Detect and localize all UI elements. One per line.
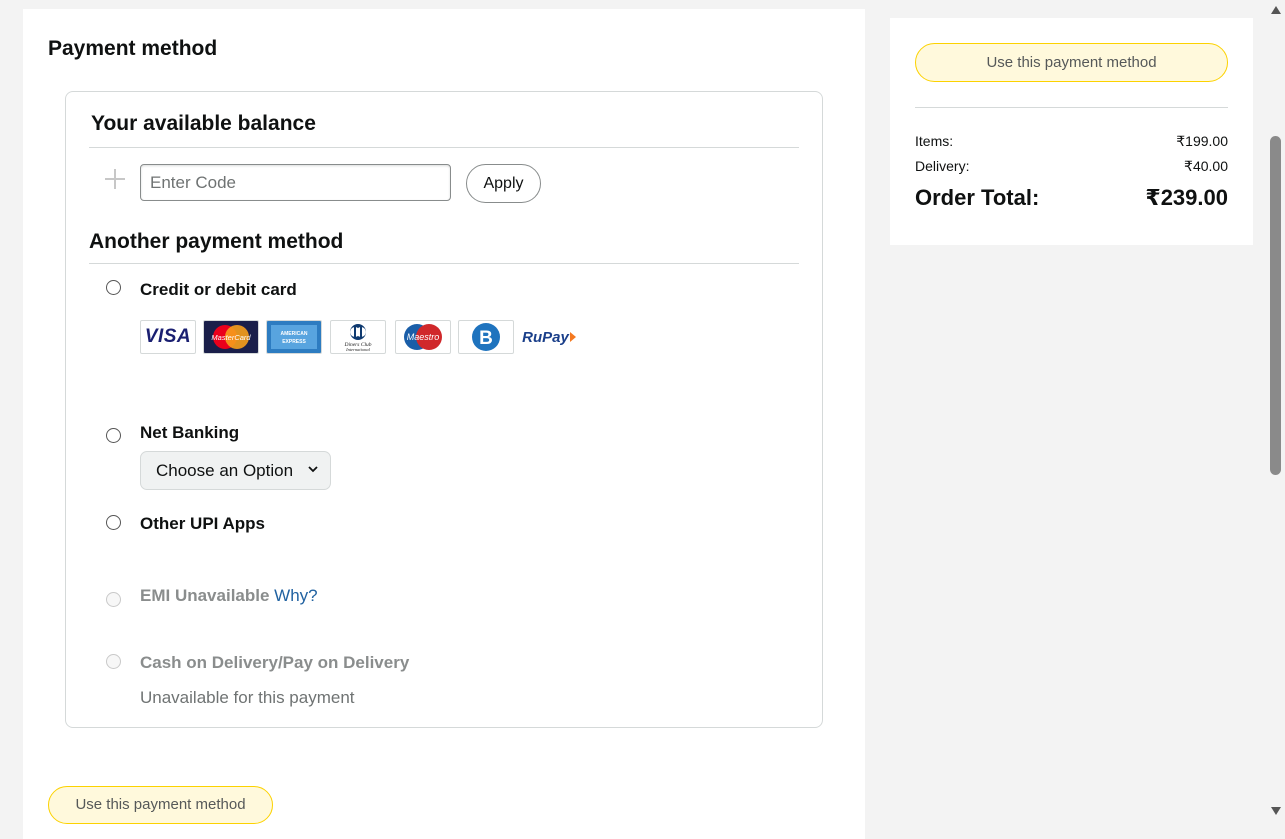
cod-option-label: Cash on Delivery/Pay on Delivery bbox=[140, 653, 410, 672]
page-scrollbar[interactable] bbox=[1267, 0, 1285, 824]
emi-why-link[interactable]: Why? bbox=[274, 586, 317, 605]
emi-option: EMI Unavailable Why? bbox=[140, 586, 318, 606]
payment-panel: Payment method Your available balance Ap… bbox=[23, 9, 865, 839]
scroll-down-arrow-icon[interactable] bbox=[1270, 806, 1282, 816]
mastercard-logo-text: MasterCard bbox=[211, 333, 251, 342]
chevron-down-icon bbox=[308, 466, 318, 473]
amex-logo: AMERICAN EXPRESS bbox=[266, 320, 322, 354]
visa-logo-text: VISA bbox=[144, 326, 192, 347]
another-payment-heading: Another payment method bbox=[89, 230, 344, 253]
divider bbox=[89, 263, 799, 264]
visa-logo: VISA bbox=[140, 320, 196, 354]
use-payment-method-button[interactable]: Use this payment method bbox=[915, 43, 1228, 82]
items-label: Items: bbox=[915, 133, 954, 149]
items-value: ₹199.00 bbox=[1176, 133, 1228, 149]
bajaj-finserv-logo: B bbox=[458, 320, 514, 354]
upi-radio[interactable] bbox=[106, 515, 121, 530]
mastercard-logo: MasterCard bbox=[203, 320, 259, 354]
maestro-logo: Maestro bbox=[395, 320, 451, 354]
delivery-value: ₹40.00 bbox=[1184, 158, 1228, 174]
order-total-label: Order Total: bbox=[915, 185, 1040, 210]
scroll-up-arrow-icon[interactable] bbox=[1270, 5, 1282, 15]
divider bbox=[89, 147, 799, 148]
card-option-label[interactable]: Credit or debit card bbox=[140, 280, 297, 300]
bank-select-value: Choose an Option bbox=[156, 461, 294, 480]
delivery-row: Delivery: ₹40.00 bbox=[915, 158, 1228, 174]
balance-heading: Your available balance bbox=[91, 112, 316, 135]
order-summary-panel: Use this payment method Items: ₹199.00 D… bbox=[890, 18, 1253, 245]
cod-radio bbox=[106, 654, 121, 669]
rupay-arrow-icon bbox=[569, 332, 576, 342]
scrollbar-thumb[interactable] bbox=[1270, 136, 1281, 475]
payment-options-box: Your available balance Apply Another pay… bbox=[65, 91, 823, 728]
order-total-value: ₹239.00 bbox=[1145, 185, 1228, 210]
bajaj-logo-text: B bbox=[479, 328, 493, 349]
order-total-row: Order Total: ₹239.00 bbox=[915, 185, 1228, 211]
upi-option-label[interactable]: Other UPI Apps bbox=[140, 514, 265, 534]
diners-club-logo: Diners Club International bbox=[330, 320, 386, 354]
emi-radio bbox=[106, 592, 121, 607]
divider bbox=[915, 107, 1228, 108]
svg-text:International: International bbox=[345, 347, 370, 352]
rupay-logo: RuPay bbox=[521, 320, 577, 354]
svg-text:AMERICAN: AMERICAN bbox=[281, 331, 308, 337]
items-row: Items: ₹199.00 bbox=[915, 133, 1228, 149]
delivery-label: Delivery: bbox=[915, 158, 970, 174]
netbanking-radio[interactable] bbox=[106, 428, 121, 443]
svg-text:EXPRESS: EXPRESS bbox=[282, 339, 306, 345]
rupay-logo-text: RuPay bbox=[522, 328, 569, 346]
emi-option-label: EMI Unavailable bbox=[140, 586, 270, 605]
maestro-logo-text: Maestro bbox=[407, 332, 440, 342]
page-title: Payment method bbox=[48, 37, 218, 60]
netbanking-option-label[interactable]: Net Banking bbox=[140, 423, 239, 443]
plus-icon[interactable] bbox=[104, 168, 126, 190]
apply-button[interactable]: Apply bbox=[466, 164, 541, 203]
card-radio[interactable] bbox=[106, 280, 121, 295]
cod-unavailable-note: Unavailable for this payment bbox=[140, 688, 355, 707]
gift-code-input[interactable] bbox=[140, 164, 451, 201]
bank-select-dropdown[interactable]: Choose an Option bbox=[140, 451, 331, 490]
use-payment-method-button-bottom[interactable]: Use this payment method bbox=[48, 786, 273, 824]
